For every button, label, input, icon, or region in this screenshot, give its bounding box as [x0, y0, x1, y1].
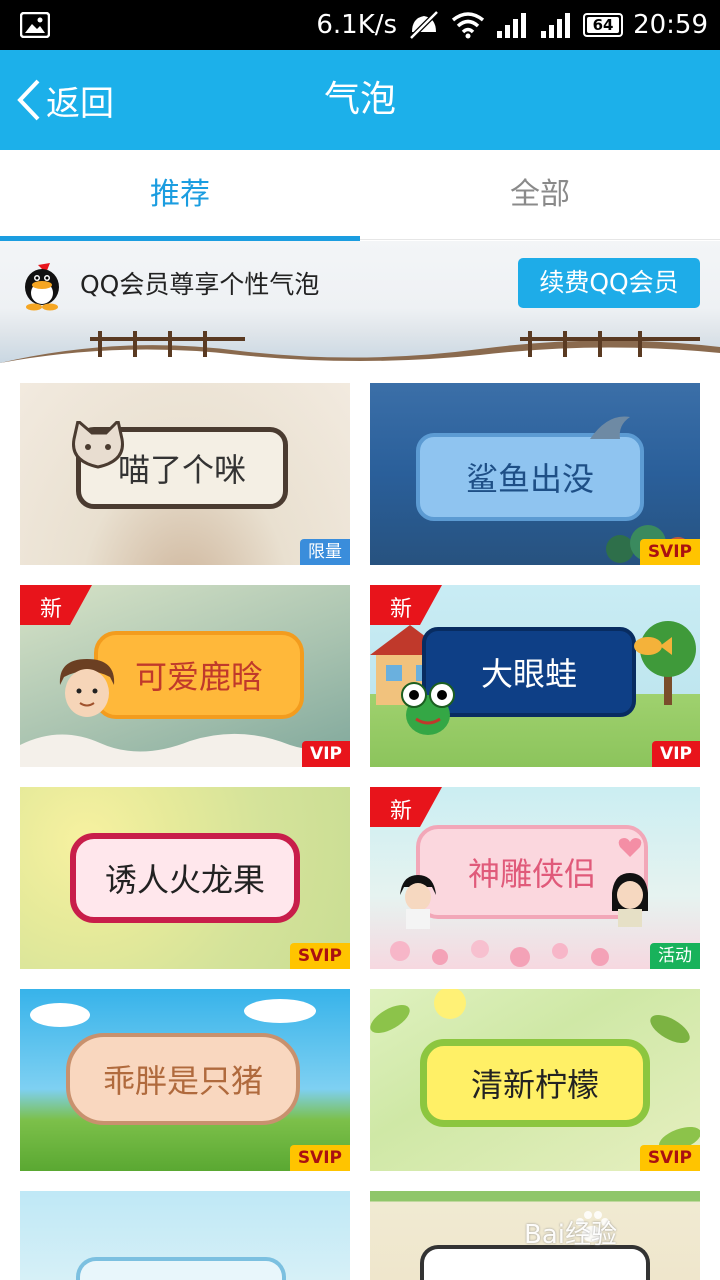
- gallery-notification-icon: [20, 12, 50, 38]
- badge-vip: VIP: [302, 741, 350, 767]
- bubble-name: 鲨鱼出没: [465, 460, 594, 498]
- badge-vip: VIP: [652, 741, 700, 767]
- tab-all[interactable]: 全部: [360, 150, 720, 240]
- new-tag-label: 新: [390, 799, 413, 824]
- clock: 20:59: [633, 10, 708, 40]
- frog-illustration: [401, 682, 455, 735]
- tree-illustration: [640, 621, 696, 705]
- badge-event: 活动: [650, 943, 700, 969]
- character-illustration-right: [612, 873, 648, 927]
- network-speed: 6.1K/s: [316, 10, 398, 40]
- heart-icon: [618, 838, 642, 857]
- fish-icon: [634, 637, 672, 655]
- mute-icon: [409, 10, 439, 40]
- signal-icon-1: [497, 13, 527, 38]
- wave-decoration: [20, 733, 350, 767]
- new-tag-label: 新: [40, 597, 63, 622]
- status-bar: 6.1K/s 64 20:59: [0, 0, 720, 50]
- badge-limited: 限量: [300, 539, 350, 565]
- back-arrow-icon: [17, 79, 40, 121]
- wifi-icon: [451, 12, 485, 39]
- clouds-decoration: [30, 999, 316, 1027]
- new-tag-label: 新: [390, 597, 413, 622]
- bubble-name: 清新柠檬: [470, 1066, 599, 1104]
- tab-recommended[interactable]: 推荐: [0, 150, 360, 241]
- bubble-card-keroppi[interactable]: 大眼蛙 新 VIP: [370, 585, 700, 767]
- bubble-card-lemon[interactable]: 清新柠檬 SVIP: [370, 989, 700, 1171]
- vip-banner-text: QQ会员尊享个性气泡: [80, 270, 320, 299]
- badge-svip: SVIP: [289, 1145, 350, 1171]
- battery-level: 64: [592, 16, 614, 34]
- badge-svip: SVIP: [639, 1145, 700, 1171]
- signal-icon-2: [541, 13, 571, 38]
- bubble-card-shark[interactable]: 鲨鱼出没 SVIP: [370, 383, 700, 565]
- bubble-card-pig[interactable]: 乖胖是只猪 SVIP: [20, 989, 350, 1171]
- avatar-illustration: [59, 659, 115, 717]
- bubble-name: 喵了个咪: [117, 451, 246, 489]
- bubble-name: 神雕侠侣: [467, 855, 596, 893]
- shark-fin-icon: [590, 416, 630, 439]
- watermark-text: Bai经验: [524, 1220, 617, 1250]
- bubble-card-dragonfruit[interactable]: 诱人火龙果 SVIP: [20, 787, 350, 969]
- battery-icon: 64: [583, 13, 624, 37]
- bubble-card-cat[interactable]: 喵了个咪 限量: [20, 383, 350, 565]
- title-bar: 返回 气泡: [0, 50, 720, 150]
- badge-svip: SVIP: [639, 539, 700, 565]
- badge-svip: SVIP: [289, 943, 350, 969]
- back-label: 返回: [46, 83, 114, 124]
- back-button[interactable]: 返回: [14, 72, 114, 128]
- bubble-card-partial-left[interactable]: [20, 1191, 350, 1280]
- bubble-card-luhan[interactable]: 可爱鹿晗 新 VIP: [20, 585, 350, 767]
- bubble-name: 乖胖是只猪: [102, 1062, 263, 1100]
- bubble-card-condor-heroes[interactable]: 神雕侠侣 新 活动: [370, 787, 700, 969]
- tab-bar: 推荐 全部: [0, 150, 720, 241]
- vip-banner: QQ会员尊享个性气泡 续费QQ会员: [0, 241, 720, 363]
- cat-illustration: [72, 421, 124, 469]
- renew-vip-button[interactable]: 续费QQ会员: [518, 258, 700, 308]
- bubble-name: 诱人火龙果: [104, 861, 265, 899]
- bubble-name: 可爱鹿晗: [134, 658, 263, 696]
- snow-fence-decoration: [0, 331, 720, 363]
- character-illustration-left: [400, 875, 436, 929]
- qq-penguin-logo: [25, 263, 59, 311]
- baidu-jingyan-watermark: Bai经验: [524, 1210, 684, 1270]
- bubble-name: 大眼蛙: [480, 655, 577, 693]
